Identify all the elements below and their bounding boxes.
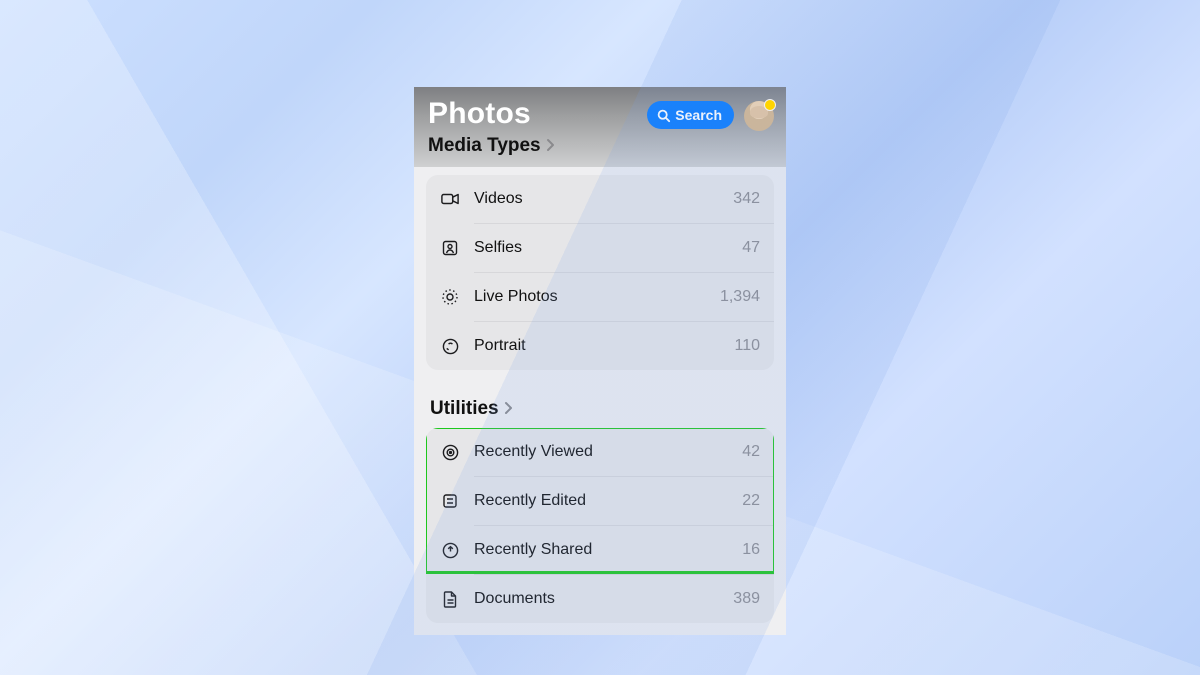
chevron-right-icon bbox=[505, 401, 513, 417]
list-item-videos[interactable]: Videos 342 bbox=[426, 175, 774, 223]
list-item-count: 47 bbox=[742, 239, 760, 257]
recently-shared-icon bbox=[440, 542, 460, 559]
media-types-heading[interactable]: Media Types bbox=[428, 135, 772, 157]
portrait-icon bbox=[440, 338, 460, 355]
list-item-count: 389 bbox=[733, 590, 760, 608]
list-item-count: 110 bbox=[734, 337, 760, 355]
profile-notification-badge bbox=[764, 99, 776, 111]
list-item-selfies[interactable]: Selfies 47 bbox=[426, 224, 774, 272]
list-item-label: Recently Edited bbox=[474, 492, 586, 510]
list-item-label: Live Photos bbox=[474, 288, 558, 306]
video-icon bbox=[440, 192, 460, 206]
list-item-live-photos[interactable]: Live Photos 1,394 bbox=[426, 273, 774, 321]
list-item-count: 22 bbox=[742, 492, 760, 510]
page-backdrop: Photos Media Types Search bbox=[0, 0, 1200, 675]
list-item-recently-shared[interactable]: Recently Shared 16 bbox=[426, 526, 774, 574]
list-item-label: Portrait bbox=[474, 337, 526, 355]
live-photos-icon bbox=[440, 288, 460, 306]
media-types-title: Media Types bbox=[428, 135, 541, 157]
list-item-recently-edited[interactable]: Recently Edited 22 bbox=[426, 477, 774, 525]
list-item-count: 1,394 bbox=[720, 288, 760, 306]
list-item-label: Documents bbox=[474, 590, 555, 608]
list-item-label: Selfies bbox=[474, 239, 522, 257]
recently-viewed-icon bbox=[440, 444, 460, 461]
utilities-heading[interactable]: Utilities bbox=[430, 398, 770, 420]
list-item-recently-viewed[interactable]: Recently Viewed 42 bbox=[426, 428, 774, 476]
list-item-label: Recently Viewed bbox=[474, 443, 593, 461]
chevron-right-icon bbox=[547, 138, 555, 154]
document-icon bbox=[440, 591, 460, 608]
list-item-count: 16 bbox=[742, 541, 760, 559]
list-item-portrait[interactable]: Portrait 110 bbox=[426, 322, 774, 370]
search-button[interactable]: Search bbox=[647, 101, 734, 129]
search-button-label: Search bbox=[675, 107, 722, 123]
photos-app-screen: Photos Media Types Search bbox=[414, 87, 786, 635]
selfie-icon bbox=[440, 240, 460, 256]
list-item-label: Recently Shared bbox=[474, 541, 592, 559]
list-item-count: 42 bbox=[742, 443, 760, 461]
media-types-list: Videos 342 Selfies 47 bbox=[426, 175, 774, 370]
recently-edited-icon bbox=[440, 493, 460, 509]
search-icon bbox=[657, 109, 670, 122]
list-item-label: Videos bbox=[474, 190, 523, 208]
utilities-title: Utilities bbox=[430, 398, 499, 420]
list-item-documents[interactable]: Documents 389 bbox=[426, 575, 774, 623]
utilities-list: Recently Viewed 42 Recently Edited 22 bbox=[426, 428, 774, 623]
list-item-count: 342 bbox=[733, 190, 760, 208]
app-header: Photos Media Types Search bbox=[414, 87, 786, 167]
